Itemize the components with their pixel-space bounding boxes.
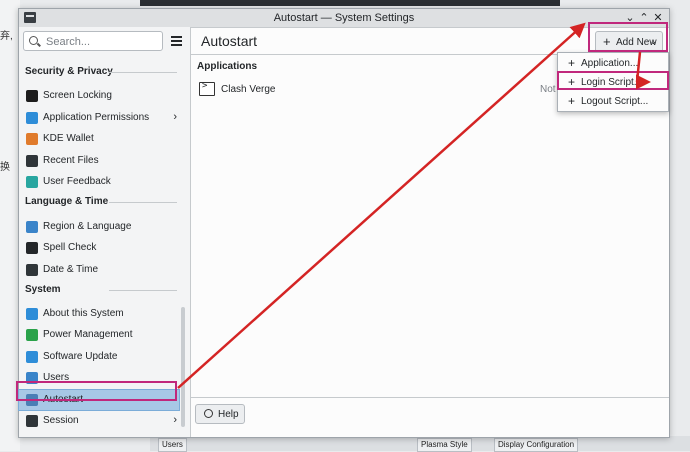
arrow-add-new-down xyxy=(635,51,642,83)
arrow-autostart-to-add-new xyxy=(177,22,586,389)
annotation-arrows xyxy=(177,22,651,389)
